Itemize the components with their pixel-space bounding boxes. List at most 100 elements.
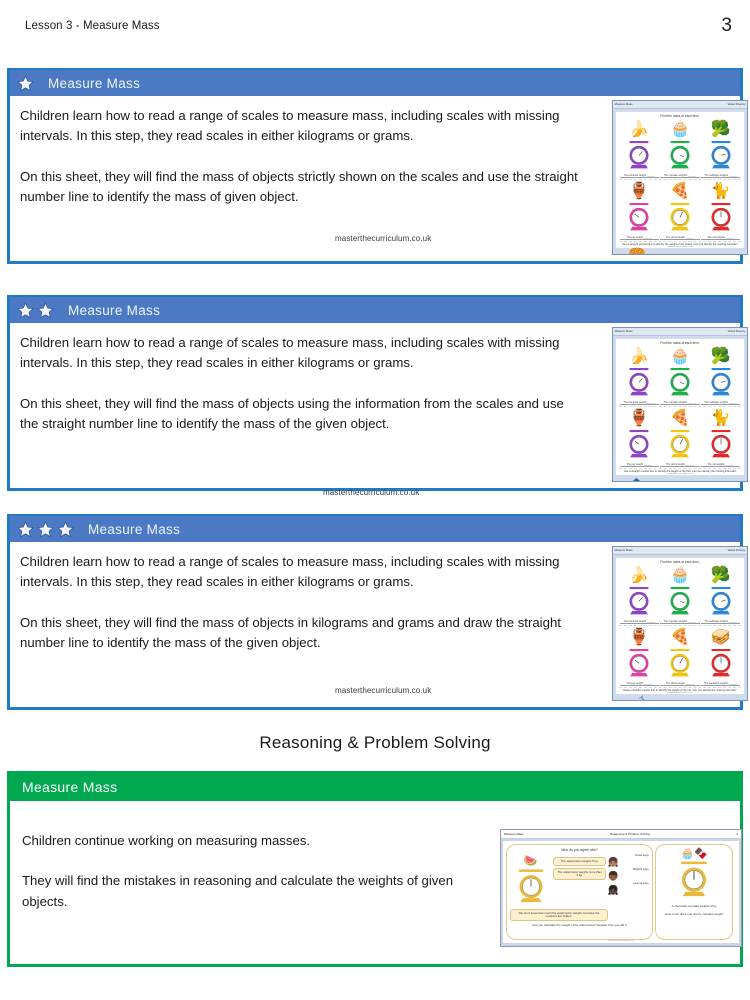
page-header: Lesson 3 - Measure Mass 3 bbox=[0, 0, 750, 56]
varied-fluency-card-one-star[interactable]: Measure Mass Children learn how to read … bbox=[7, 68, 748, 264]
scale-icon bbox=[711, 430, 731, 458]
card-title: Measure Mass bbox=[48, 75, 141, 91]
scale-icon bbox=[711, 203, 731, 231]
thumbnail-row-2: 🏺 The jug weight ______ 🍕 The pizza weig… bbox=[619, 181, 741, 242]
thumbnail-item-label: The cabbage weights ______ bbox=[701, 620, 741, 624]
card-header: Measure Mass bbox=[10, 773, 740, 801]
reasoning-right-panel: 🧁🍫 A chocolate cupcake weighs 30 g. How … bbox=[655, 844, 734, 940]
watermelon-scale-group: 🍉 bbox=[510, 854, 551, 908]
thumbnail-row-1: 🍌 The bananas weight ______ 🧁 The cupcak… bbox=[619, 119, 741, 180]
varied-fluency-card-two-star[interactable]: Measure Mass Children learn how to read … bbox=[7, 295, 748, 497]
thumbnail-item: 🍌 The bananas weight ______ bbox=[619, 565, 659, 624]
star-icon bbox=[57, 520, 74, 538]
scale-icon bbox=[518, 869, 543, 903]
thumbnail-item-label: The cat weights ______ bbox=[701, 236, 741, 240]
scale-icon bbox=[629, 141, 649, 169]
cupcake-icon: 🧁 bbox=[670, 121, 690, 138]
worksheet-thumbnail-one-star[interactable]: Measure Mass Varied Fluency Find the mas… bbox=[612, 100, 748, 255]
pizza-icon: 🍕 bbox=[670, 183, 690, 200]
thumbnail-item: 🍕 The pizza weight ______ bbox=[660, 181, 700, 240]
thumbnail-item-label: The cupcake weights ______ bbox=[660, 401, 700, 405]
card-header: Measure Mass bbox=[10, 70, 740, 96]
thumbnail-watermark: masterthecurriculum.co.uk bbox=[667, 246, 693, 248]
watermelon-icon: 🍉 bbox=[523, 855, 538, 867]
reasoning-right-fact: A chocolate cupcake weighs 30 g. bbox=[671, 904, 717, 908]
thumbnail-item-label: The cat weights ______ bbox=[701, 463, 741, 467]
thumbnail-item: 🏺 The jug weight ______ bbox=[619, 627, 659, 686]
thumbnail-item: 🏺 The jug weight ______ bbox=[619, 408, 659, 467]
scale-icon bbox=[670, 587, 690, 615]
thumbnail-header-left: Measure Mass bbox=[504, 832, 524, 836]
thumbnail-row-3: 🐟 bbox=[619, 474, 741, 481]
cupcake-icon: 🧁 bbox=[670, 348, 690, 365]
card-header: Measure Mass bbox=[10, 297, 740, 323]
thumbnail-item-label: The jug weight ______ bbox=[619, 682, 659, 686]
scale-icon bbox=[711, 587, 731, 615]
worksheet-thumbnail-two-star[interactable]: Measure Mass Varied Fluency Find the mas… bbox=[612, 327, 748, 482]
scale-icon bbox=[670, 368, 690, 396]
varied-fluency-card-three-star[interactable]: Measure Mass Children learn how to read … bbox=[7, 514, 748, 710]
thumbnail-topbar: Measure Mass Reasoning & Problem Solving… bbox=[501, 830, 741, 839]
scale-icon bbox=[629, 368, 649, 396]
reasoning-left-panel: Who do you agree with? 🍉 The watermelon … bbox=[506, 844, 654, 940]
card-title: Measure Mass bbox=[68, 302, 161, 318]
thumbnail-item: 🐈 The cat weights ______ bbox=[701, 408, 741, 467]
scale-icon bbox=[670, 141, 690, 169]
broccoli-icon: 🥦 bbox=[710, 121, 731, 138]
broccoli-icon: 🥦 bbox=[710, 567, 731, 584]
thumbnail-watermark: masterthecurriculum.co.uk bbox=[608, 940, 634, 942]
cat-icon: 🐈 bbox=[710, 183, 731, 200]
thumbnail-row-2: 🏺 The jug weight ______ 🍕 The pizza weig… bbox=[619, 627, 741, 688]
thumbnail-header-right: Varied Fluency bbox=[727, 548, 746, 553]
card-watermark: masterthecurriculum.co.uk bbox=[335, 234, 432, 243]
card-body: Children learn how to read a range of sc… bbox=[10, 323, 748, 497]
scale-icon bbox=[629, 587, 649, 615]
thumbnail-item-label: The bananas weight ______ bbox=[619, 401, 659, 405]
thumbnail-item: 🍌 The bananas weight ______ bbox=[619, 346, 659, 405]
scale-icon bbox=[681, 861, 708, 897]
thumbnail-item: 🥦 The cabbage weights ______ bbox=[701, 346, 741, 405]
scale-icon bbox=[629, 430, 649, 458]
reasoning-card[interactable]: Measure Mass Children continue working o… bbox=[7, 771, 743, 967]
worksheet-thumbnail-three-star[interactable]: Measure Mass Varied Fluency Find the mas… bbox=[612, 546, 748, 701]
thumbnail-row-1: 🍌 The bananas weight ______ 🧁 The cupcak… bbox=[619, 346, 741, 407]
thumbnail-item: 🍕 The pizza weight ______ bbox=[660, 627, 700, 686]
thumbnail-item: 🥦 The cabbage weights ______ bbox=[701, 565, 741, 624]
thumbnail-header-left: Measure Mass bbox=[614, 548, 633, 553]
card-description: Children learn how to read a range of sc… bbox=[20, 108, 578, 204]
thumbnail-item-label: The cupcake weights ______ bbox=[660, 174, 700, 178]
thumbnail-item-label: The pizza weight ______ bbox=[660, 463, 700, 467]
thumbnail-item: 🍌 The bananas weight ______ bbox=[619, 119, 659, 178]
thumbnail-item: 🐈 The cat weights ______ bbox=[701, 181, 741, 240]
banana-icon: 🍌 bbox=[629, 121, 650, 138]
reasoning-worksheet-thumbnail[interactable]: Measure Mass Reasoning & Problem Solving… bbox=[500, 829, 742, 947]
thumbnail-page: Find the mass of each item. 🍌 The banana… bbox=[615, 111, 745, 254]
lesson-title: Lesson 3 - Measure Mass bbox=[25, 20, 160, 32]
jug-icon: 🏺 bbox=[629, 183, 650, 200]
speech-bubble: The watermelon weighs 6 kg. bbox=[553, 857, 606, 866]
reasoning-section-title: Reasoning & Problem Solving bbox=[259, 733, 491, 752]
burger-icon: 🍔 bbox=[619, 247, 656, 254]
reasoning-left-prompt: Can you calculate the weight of the wate… bbox=[531, 923, 628, 928]
card-title: Measure Mass bbox=[22, 779, 118, 795]
scale-icon bbox=[670, 649, 690, 677]
thumbnail-header-right: Varied Fluency bbox=[727, 102, 746, 107]
thumbnail-watermark: masterthecurriculum.co.uk bbox=[667, 692, 693, 694]
star-icon bbox=[37, 520, 54, 538]
scale-icon bbox=[629, 203, 649, 231]
thumbnail-header-page: 3 bbox=[736, 832, 738, 836]
thumbnail-item: 🧁 The cupcake weights ______ bbox=[660, 119, 700, 178]
scale-icon bbox=[670, 203, 690, 231]
fish-icon: 🐟 bbox=[619, 474, 656, 481]
thumbnail-item-label: The pizza weight ______ bbox=[660, 236, 700, 240]
thumbnail-row-3: 🍔 bbox=[619, 247, 741, 254]
scale-icon bbox=[711, 368, 731, 396]
thumbnail-item: 🥦 The cabbage weights ______ bbox=[701, 119, 741, 178]
reasoning-question: Who do you agree with? bbox=[561, 848, 598, 852]
thumbnail-topbar: Measure Mass Varied Fluency bbox=[613, 328, 747, 336]
thumbnail-topbar: Measure Mass Varied Fluency bbox=[613, 547, 747, 555]
card-watermark: masterthecurriculum.co.uk bbox=[335, 686, 432, 695]
jug-icon: 🏺 bbox=[629, 410, 650, 427]
thumbnail-header-right: Varied Fluency bbox=[727, 329, 746, 334]
thumbnail-topbar: Measure Mass Varied Fluency bbox=[613, 101, 747, 109]
